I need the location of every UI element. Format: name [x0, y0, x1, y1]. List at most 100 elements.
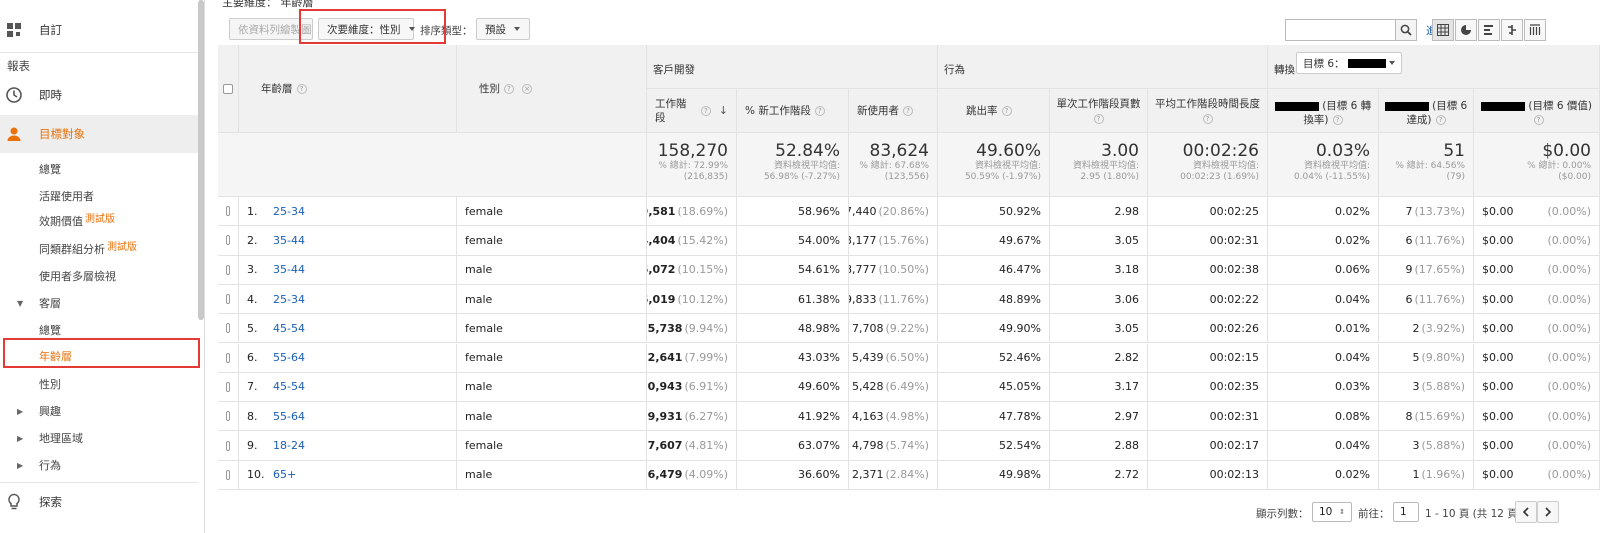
sidebar-item-audience[interactable]: 目標對象	[0, 115, 198, 153]
rows-per-page-select[interactable]: 10 ⇕	[1312, 502, 1352, 522]
row-checkbox[interactable]	[226, 264, 230, 275]
age-link[interactable]: 45-54	[273, 322, 305, 335]
bounce-value: 49.98%	[999, 468, 1041, 482]
sidebar-item-realtime[interactable]: 即時	[0, 83, 198, 107]
gender-value: male	[465, 292, 493, 306]
view-comparison-button[interactable]	[1501, 19, 1523, 41]
sidebar-scrollbar[interactable]	[198, 0, 204, 320]
completions-pct: (5.88%)	[1421, 439, 1465, 453]
conversion-rate-value: 0.02%	[1335, 233, 1370, 247]
search-button[interactable]	[1395, 19, 1417, 41]
caret-right-icon: ▶	[17, 433, 24, 443]
help-icon[interactable]: ?	[903, 105, 913, 116]
view-table-button[interactable]	[1432, 19, 1454, 41]
sidebar-group-geo[interactable]: ▶ 地理區域	[0, 429, 198, 447]
sidebar-group-interests[interactable]: ▶ 興趣	[0, 402, 198, 420]
table-search-input[interactable]	[1285, 19, 1397, 41]
row-checkbox[interactable]	[226, 206, 230, 217]
column-header-gender[interactable]: 性別? ×	[457, 45, 647, 133]
next-page-button[interactable]	[1537, 501, 1559, 523]
sessions-cell: 7,607 (4.81%)	[647, 431, 737, 461]
row-number: 6.	[247, 351, 258, 365]
row-number: 7.	[247, 380, 258, 394]
column-header-new-sessions[interactable]: % 新工作階段?	[737, 89, 849, 133]
sort-type-dropdown[interactable]: 預設	[476, 18, 530, 40]
column-header-bounce-rate[interactable]: 跳出率?	[938, 89, 1050, 133]
sidebar-subitem-overview[interactable]: 總覽	[0, 160, 198, 178]
new-users-cell: 4,163 (4.98%)	[849, 402, 938, 432]
help-icon[interactable]: ?	[814, 105, 825, 116]
column-header-goal-completions[interactable]: (目標 6 達成)?	[1379, 89, 1474, 133]
view-performance-button[interactable]	[1478, 19, 1500, 41]
sidebar-group-demographics[interactable]: ▼ 客層	[0, 294, 198, 312]
help-icon[interactable]: ?	[296, 83, 307, 94]
gender-value: female	[465, 351, 503, 365]
bounce-cell: 46.47%	[938, 255, 1050, 285]
column-header-age[interactable]: 年齡層?	[239, 45, 457, 133]
row-checkbox[interactable]	[226, 294, 230, 305]
beta-badge: 測試版	[85, 214, 115, 225]
totals-note: 56.98% (-7.27%)	[763, 172, 840, 182]
goal-select-dropdown[interactable]: 目標 6：	[1296, 52, 1402, 74]
sidebar-subitem-gender[interactable]: 性別	[0, 375, 198, 393]
remove-dimension-icon[interactable]: ×	[522, 83, 532, 94]
goal-value-pct: (0.00%)	[1547, 321, 1591, 335]
column-header-goal-conversion-rate[interactable]: (目標 6 轉換率)?	[1268, 89, 1379, 133]
gender-cell: male	[457, 460, 647, 490]
help-icon[interactable]: ?	[1202, 114, 1213, 124]
age-link[interactable]: 25-34	[273, 205, 305, 218]
age-link[interactable]: 45-54	[273, 380, 305, 393]
age-link[interactable]: 35-44	[273, 263, 305, 276]
sidebar-subitem-lifetime-value[interactable]: 效期價值 測試版	[0, 212, 198, 230]
duration-cell: 00:02:35	[1148, 372, 1268, 403]
column-header-pages-per-session[interactable]: 單次工作階段頁數?	[1050, 89, 1148, 133]
new-sessions-value: 49.60%	[798, 380, 840, 394]
sidebar-subitem-demo-overview[interactable]: 總覽	[0, 321, 198, 339]
goto-page-input[interactable]: 1	[1393, 502, 1419, 522]
row-checkbox[interactable]	[226, 235, 230, 246]
age-link[interactable]: 55-64	[273, 410, 305, 423]
age-link[interactable]: 65+	[273, 468, 296, 481]
help-icon[interactable]: ?	[1001, 105, 1012, 116]
help-icon[interactable]: ?	[1332, 115, 1343, 125]
help-icon[interactable]: ?	[1533, 115, 1544, 125]
sidebar-item-discover[interactable]: 探索	[0, 490, 198, 514]
sidebar-subitem-user-explorer[interactable]: 使用者多層檢視	[0, 267, 198, 285]
row-checkbox[interactable]	[226, 352, 230, 363]
view-pivot-button[interactable]	[1524, 19, 1546, 41]
row-checkbox[interactable]	[226, 381, 230, 392]
row-checkbox[interactable]	[226, 323, 230, 334]
help-icon[interactable]: ?	[700, 105, 711, 116]
goal-value-value: $0.00	[1482, 468, 1514, 482]
sidebar-subitem-active-users[interactable]: 活躍使用者	[0, 187, 198, 205]
column-header-goal-value[interactable]: (目標 6 價值)?	[1474, 89, 1600, 133]
column-header-label: 年齡層	[261, 82, 293, 95]
help-icon[interactable]: ?	[1435, 115, 1446, 125]
group-header-acquisition: 客戶開發	[647, 45, 938, 89]
sidebar-item-customize[interactable]: 自訂	[0, 18, 198, 42]
prev-page-button[interactable]	[1515, 501, 1537, 523]
row-checkbox[interactable]	[226, 440, 230, 451]
new-sessions-cell: 49.60%	[737, 372, 849, 403]
pages-value: 2.97	[1114, 409, 1140, 423]
column-header-new-users[interactable]: 新使用者?	[849, 89, 938, 133]
sidebar-subitem-age[interactable]: 年齡層	[0, 347, 198, 365]
age-link[interactable]: 35-44	[273, 234, 305, 247]
row-checkbox[interactable]	[226, 469, 230, 480]
duration-value: 00:02:31	[1209, 233, 1259, 247]
table-toolbar: 依資料列繪製圖表 次要維度：性別 排序類型： 預設 進階	[218, 9, 1600, 44]
row-checkbox[interactable]	[226, 411, 230, 422]
column-header-sessions[interactable]: 工作階段? ↓	[647, 89, 737, 133]
age-cell: 7. 45-54	[239, 372, 457, 403]
select-all-checkbox[interactable]	[223, 83, 233, 94]
sidebar-group-behavior[interactable]: ▶ 行為	[0, 456, 198, 474]
age-link[interactable]: 18-24	[273, 439, 305, 452]
group-header-label: 行為	[944, 64, 965, 76]
age-link[interactable]: 25-34	[273, 293, 305, 306]
view-pie-button[interactable]	[1455, 19, 1477, 41]
sidebar-subitem-cohort[interactable]: 同類群組分析 測試版	[0, 240, 198, 258]
help-icon[interactable]: ?	[504, 83, 514, 94]
column-header-avg-duration[interactable]: 平均工作階段時間長度?	[1148, 89, 1268, 133]
help-icon[interactable]: ?	[1093, 114, 1104, 124]
age-link[interactable]: 55-64	[273, 351, 305, 364]
